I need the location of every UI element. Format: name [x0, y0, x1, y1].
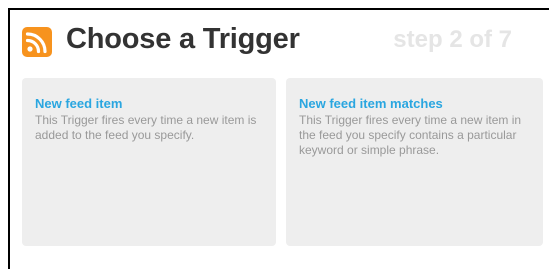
trigger-panel: Choose a Trigger step 2 of 7 New feed it… — [8, 8, 549, 269]
step-indicator: step 2 of 7 — [393, 26, 512, 53]
rss-icon — [22, 27, 52, 57]
trigger-card-description: This Trigger fires every time a new item… — [299, 113, 522, 157]
trigger-card-new-feed-item-matches[interactable]: New feed item matches This Trigger fires… — [286, 78, 543, 246]
trigger-card-description: This Trigger fires every time a new item… — [35, 113, 257, 142]
page-header: Choose a Trigger step 2 of 7 — [22, 23, 542, 60]
trigger-card-title: New feed item — [35, 96, 123, 111]
trigger-card-new-feed-item[interactable]: New feed item This Trigger fires every t… — [22, 78, 276, 246]
page-title: Choose a Trigger — [66, 23, 300, 55]
trigger-list: New feed item This Trigger fires every t… — [22, 78, 547, 246]
trigger-card-title: New feed item matches — [299, 96, 443, 111]
